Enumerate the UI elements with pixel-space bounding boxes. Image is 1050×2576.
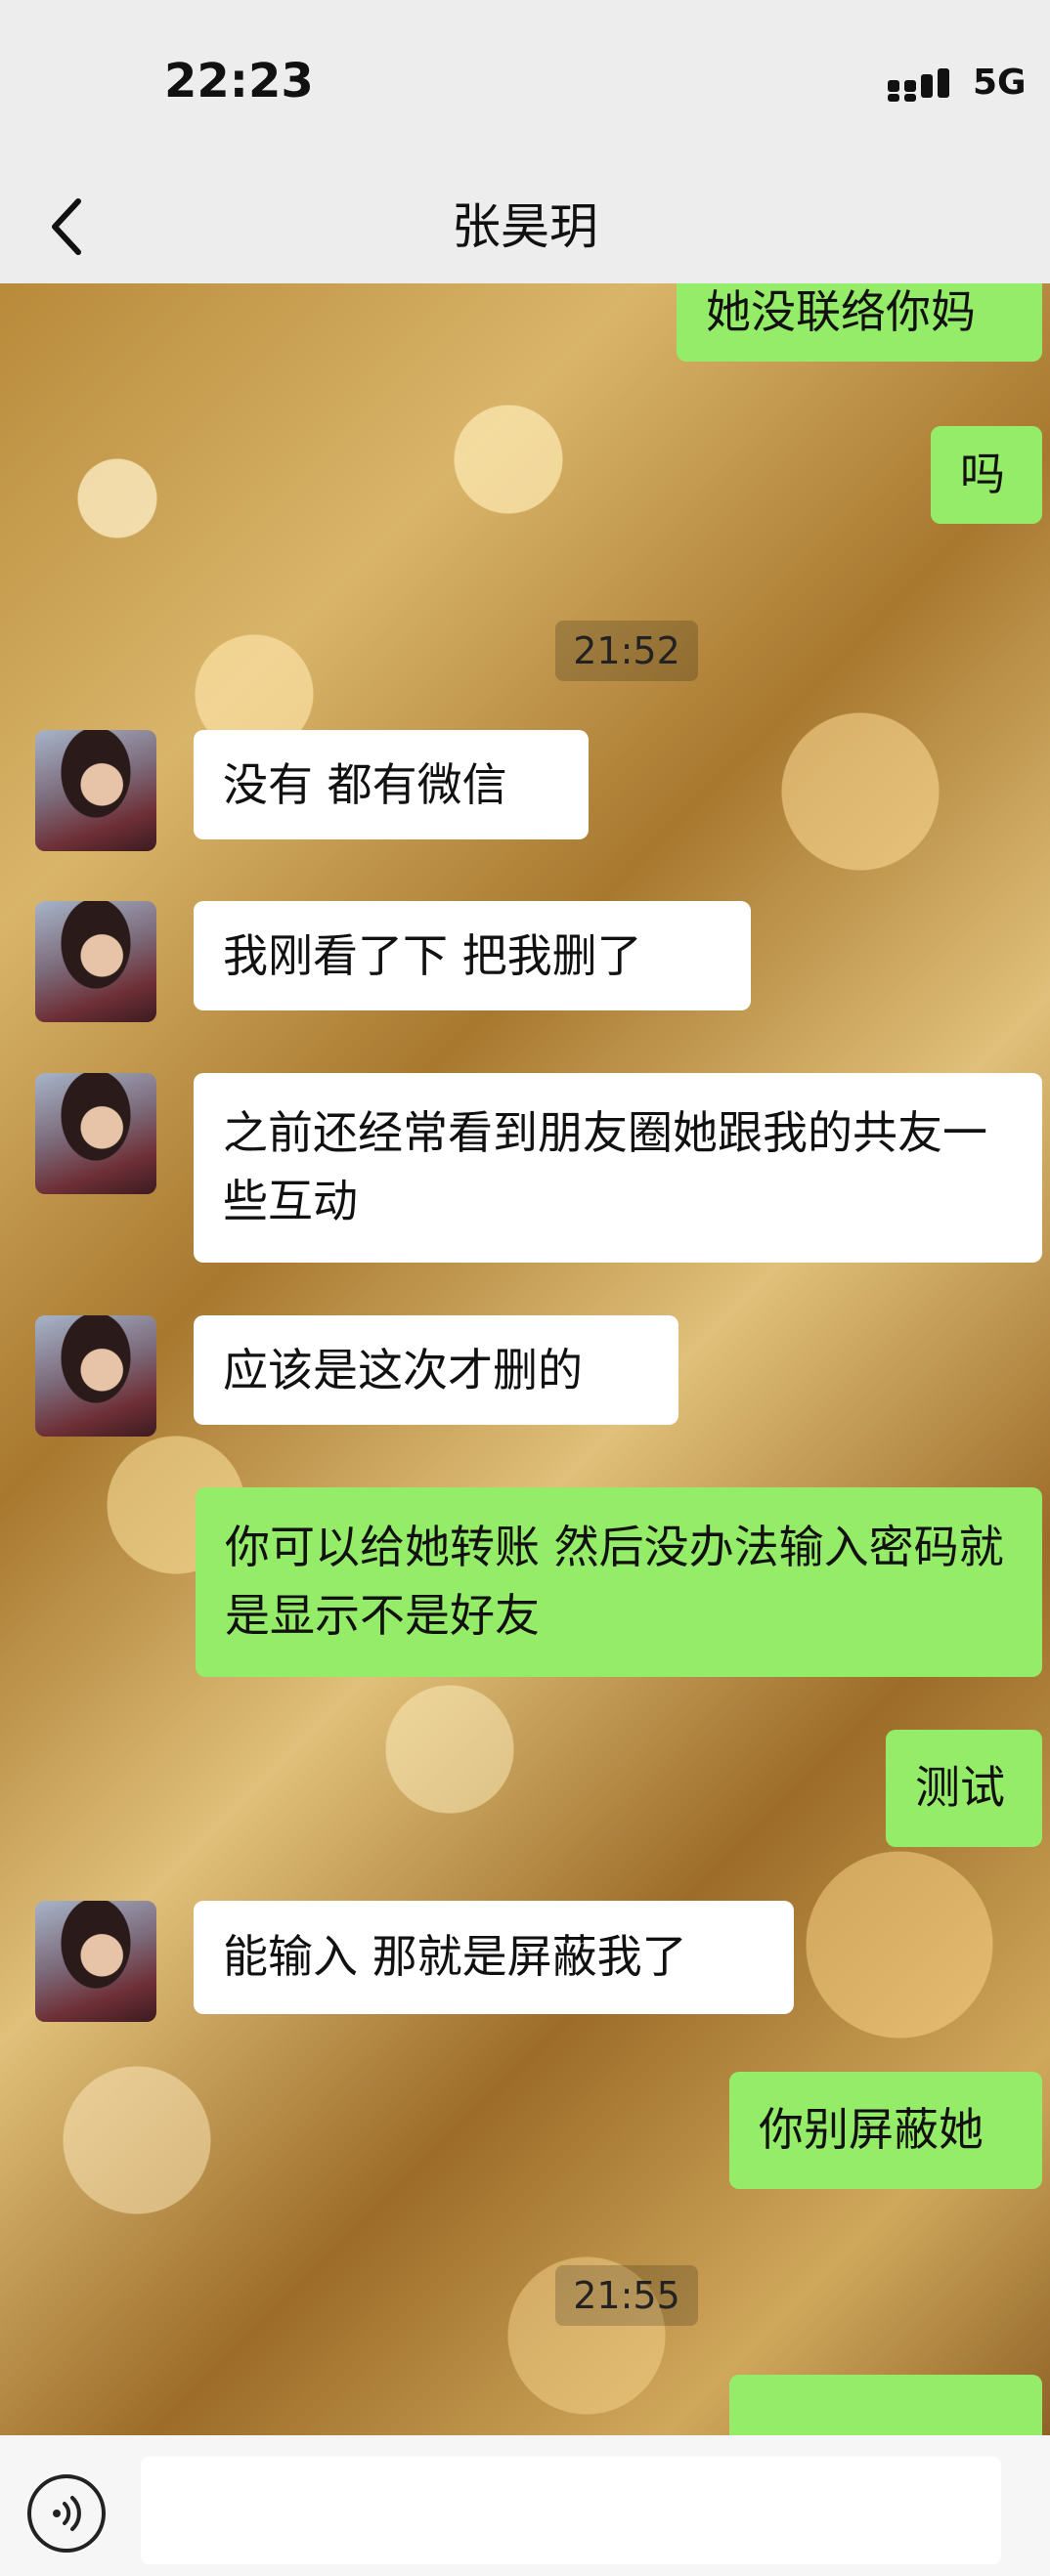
status-bar: 22:23 5G [0, 0, 1050, 166]
voice-icon[interactable] [27, 2474, 106, 2553]
contact-avatar[interactable] [35, 901, 156, 1022]
message-text: 你别屏蔽她 [759, 2103, 984, 2156]
timestamp: 21:52 [555, 621, 698, 681]
timestamp: 21:55 [555, 2265, 698, 2326]
message-bubble-self-partial[interactable] [729, 2375, 1042, 2435]
message-text: 没有 都有微信 [223, 758, 507, 811]
message-list[interactable]: 她没联络你妈 吗 21:52 没有 都有微信 我刚看了下 把我删了 之前还经常看… [0, 283, 1050, 2435]
message-bubble-other[interactable]: 能输入 那就是屏蔽我了 [194, 1901, 794, 2014]
message-text: 你可以给她转账 然后没办法输入密码就是显示不是好友 [225, 1521, 1004, 1642]
message-bubble-self[interactable]: 你别屏蔽她 [729, 2072, 1042, 2189]
input-bar [0, 2435, 1050, 2576]
message-bubble-other[interactable]: 应该是这次才删的 [194, 1315, 678, 1425]
chat-title: 张昊玥 [452, 198, 598, 255]
message-bubble-other[interactable]: 我刚看了下 把我删了 [194, 901, 751, 1010]
contact-avatar[interactable] [35, 1073, 156, 1194]
contact-avatar[interactable] [35, 1315, 156, 1437]
message-text: 之前还经常看到朋友圈她跟我的共友一些互动 [223, 1106, 987, 1227]
message-text: 吗 [960, 448, 1005, 500]
message-bubble-other[interactable]: 之前还经常看到朋友圈她跟我的共友一些互动 [194, 1073, 1042, 1263]
chat-header: 张昊玥 [0, 166, 1050, 283]
message-bubble-self[interactable]: 她没联络你妈 [677, 283, 1042, 362]
message-bubble-self[interactable]: 你可以给她转账 然后没办法输入密码就是显示不是好友 [196, 1487, 1042, 1677]
message-text: 应该是这次才删的 [223, 1344, 583, 1396]
message-text: 能输入 那就是屏蔽我了 [223, 1930, 687, 1983]
message-bubble-other[interactable]: 没有 都有微信 [194, 730, 589, 839]
contact-avatar[interactable] [35, 730, 156, 851]
message-text: 测试 [915, 1761, 1005, 1814]
network-type: 5G [973, 63, 1027, 103]
message-text: 我刚看了下 把我删了 [223, 929, 642, 982]
message-bubble-self[interactable]: 吗 [931, 426, 1042, 524]
message-bubble-self[interactable]: 测试 [886, 1730, 1042, 1847]
status-time: 22:23 [164, 54, 314, 108]
message-text: 她没联络你妈 [706, 285, 976, 338]
message-input[interactable] [141, 2457, 1001, 2564]
contact-avatar[interactable] [35, 1901, 156, 2022]
voice-icon-glyph [53, 2496, 81, 2531]
signal-icon [888, 68, 949, 102]
